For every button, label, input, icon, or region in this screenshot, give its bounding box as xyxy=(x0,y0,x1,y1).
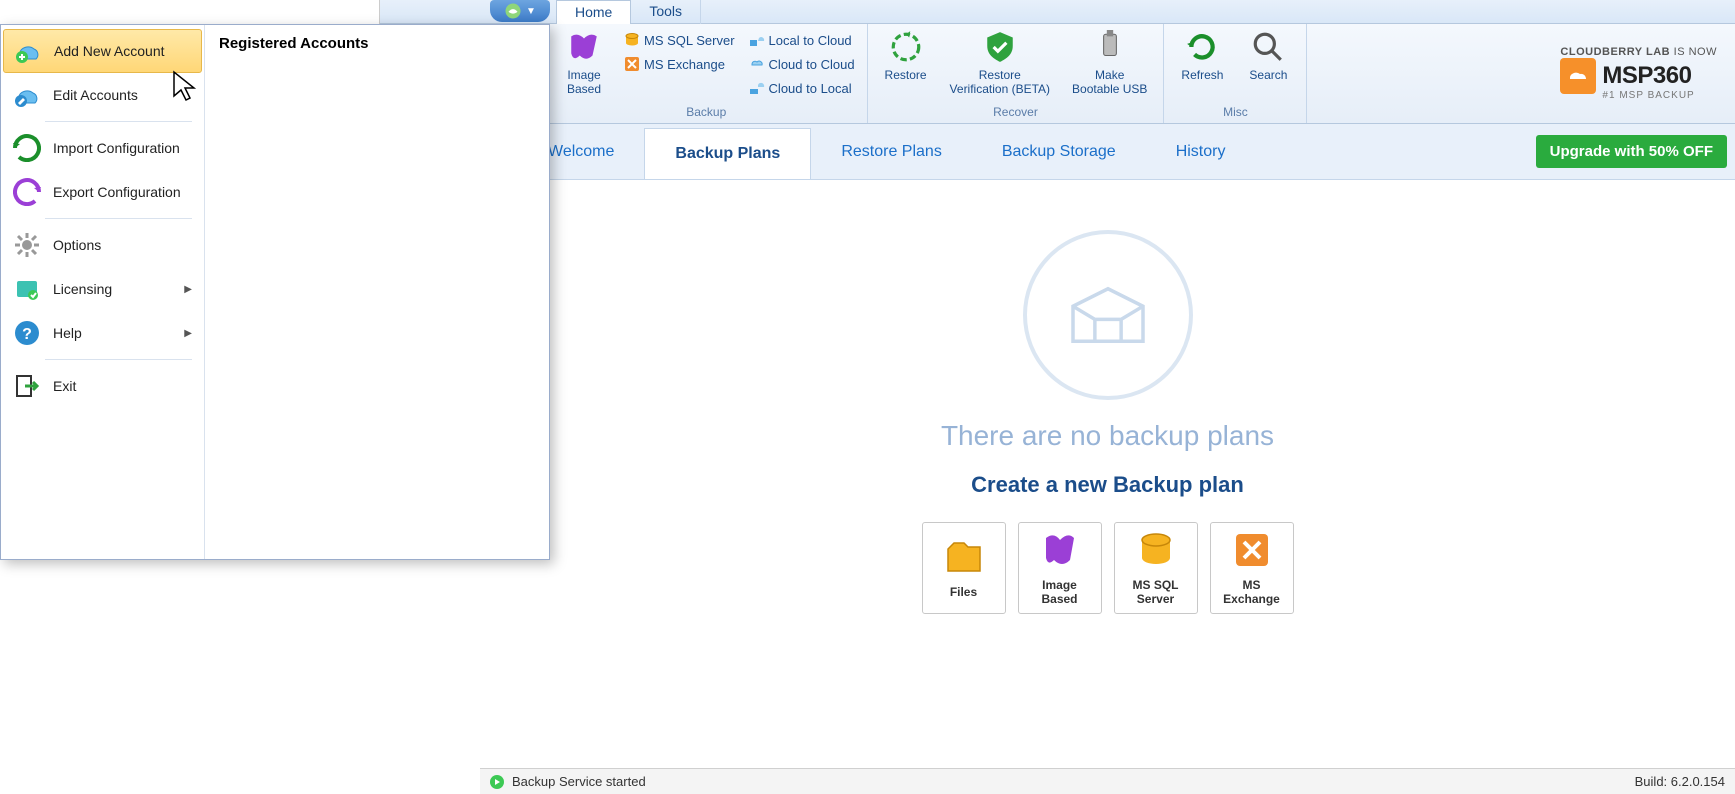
menu-exit-label: Exit xyxy=(53,378,76,394)
ribbon-toolbar: Image Based MS SQL Server MS Exchange Lo… xyxy=(546,24,1735,124)
menu-export-config[interactable]: Export Configuration xyxy=(1,170,204,214)
ribbon-ms-exchange-button[interactable]: MS Exchange xyxy=(620,54,739,74)
sub-navigation: Welcome Backup Plans Restore Plans Backu… xyxy=(546,124,1735,180)
registered-accounts-panel: Registered Accounts xyxy=(205,25,549,559)
menu-exit[interactable]: Exit xyxy=(1,364,204,408)
upgrade-button[interactable]: Upgrade with 50% OFF xyxy=(1536,135,1727,168)
tab-tools[interactable]: Tools xyxy=(631,0,701,24)
brand-logo-icon xyxy=(1560,58,1596,94)
ribbon-search-button[interactable]: Search xyxy=(1238,28,1298,84)
plan-button-exchange-label: MS Exchange xyxy=(1223,578,1280,607)
ribbon-group-backup-label: Backup xyxy=(554,105,859,121)
ribbon-restore-verification-label: Restore Verification (BETA) xyxy=(950,68,1050,97)
menu-help-label: Help xyxy=(53,325,82,341)
brand-name: MSP360 xyxy=(1602,62,1691,90)
brand-logo-area: CLOUDBERRY LAB IS NOW MSP360 #1 MSP BACK… xyxy=(1542,24,1735,123)
chevron-right-icon: ▶ xyxy=(184,284,192,295)
subnav-history[interactable]: History xyxy=(1146,124,1256,179)
status-bar: Backup Service started Build: 6.2.0.154 xyxy=(480,768,1735,794)
ribbon-image-based-button[interactable]: Image Based xyxy=(554,28,614,99)
menu-edit-accounts[interactable]: Edit Accounts xyxy=(1,73,204,117)
ribbon-ms-exchange-label: MS Exchange xyxy=(644,57,725,72)
service-running-icon xyxy=(490,775,504,789)
chevron-right-icon: ▶ xyxy=(184,328,192,339)
ribbon-image-based-label: Image Based xyxy=(567,68,601,97)
plan-button-files[interactable]: Files xyxy=(922,522,1006,614)
registered-accounts-header: Registered Accounts xyxy=(219,35,535,52)
app-menu-dropdown: Add New Account Edit Accounts Import Con… xyxy=(0,24,550,560)
menu-import-config[interactable]: Import Configuration xyxy=(1,126,204,170)
ribbon-cloud-to-cloud-label: Cloud to Cloud xyxy=(769,57,855,72)
ribbon-local-to-cloud-label: Local to Cloud xyxy=(769,33,852,48)
ribbon-cloud-to-local-label: Cloud to Local xyxy=(769,81,852,96)
menu-export-label: Export Configuration xyxy=(53,184,181,200)
ribbon-restore-label: Restore xyxy=(885,68,927,82)
brand-top-b: IS NOW xyxy=(1674,46,1717,58)
ribbon-restore-verification-button[interactable]: Restore Verification (BETA) xyxy=(942,28,1058,99)
plan-button-sql-label: MS SQL Server xyxy=(1132,578,1178,607)
ribbon-refresh-button[interactable]: Refresh xyxy=(1172,28,1232,84)
ribbon-make-usb-button[interactable]: Make Bootable USB xyxy=(1064,28,1155,99)
subnav-backup-storage[interactable]: Backup Storage xyxy=(972,124,1146,179)
plan-button-image-label: Image Based xyxy=(1041,578,1077,607)
ribbon-ms-sql-label: MS SQL Server xyxy=(644,33,735,48)
menu-add-account-label: Add New Account xyxy=(54,43,165,59)
chevron-down-icon: ▼ xyxy=(526,6,536,17)
menu-licensing-label: Licensing xyxy=(53,281,112,297)
menu-help[interactable]: ? Help ▶ xyxy=(1,311,204,355)
ribbon-search-label: Search xyxy=(1249,68,1287,82)
ribbon-cloud-to-cloud-button[interactable]: Cloud to Cloud xyxy=(745,54,859,74)
brand-top-a: CLOUDBERRY LAB xyxy=(1560,46,1670,58)
empty-inbox-icon xyxy=(1023,230,1193,400)
plan-button-image-based[interactable]: Image Based xyxy=(1018,522,1102,614)
menu-options[interactable]: Options xyxy=(1,223,204,267)
menu-licensing[interactable]: Licensing ▶ xyxy=(1,267,204,311)
ribbon-local-to-cloud-button[interactable]: Local to Cloud xyxy=(745,30,859,50)
ribbon-refresh-label: Refresh xyxy=(1181,68,1223,82)
plan-button-files-label: Files xyxy=(950,585,977,599)
ribbon-restore-button[interactable]: Restore xyxy=(876,28,936,99)
main-content: There are no backup plans Create a new B… xyxy=(480,180,1735,768)
ribbon-make-usb-label: Make Bootable USB xyxy=(1072,68,1147,97)
subnav-welcome[interactable]: Welcome xyxy=(546,124,644,179)
menu-options-label: Options xyxy=(53,237,101,253)
ribbon-group-misc-label: Misc xyxy=(1172,105,1298,121)
status-text: Backup Service started xyxy=(512,774,646,789)
menu-edit-accounts-label: Edit Accounts xyxy=(53,87,138,103)
menu-import-label: Import Configuration xyxy=(53,140,180,156)
build-label: Build: 6.2.0.154 xyxy=(1635,774,1725,789)
brand-subtitle: #1 MSP BACKUP xyxy=(1602,90,1694,101)
tab-home[interactable]: Home xyxy=(556,0,631,24)
plan-button-ms-exchange[interactable]: MS Exchange xyxy=(1210,522,1294,614)
subnav-backup-plans[interactable]: Backup Plans xyxy=(644,128,811,179)
menu-add-new-account[interactable]: Add New Account xyxy=(3,29,202,73)
svg-text:?: ? xyxy=(22,326,32,343)
empty-title: There are no backup plans xyxy=(941,420,1274,452)
ribbon-cloud-to-local-button[interactable]: Cloud to Local xyxy=(745,78,859,98)
subnav-restore-plans[interactable]: Restore Plans xyxy=(811,124,972,179)
ribbon-group-recover-label: Recover xyxy=(876,105,1156,121)
plan-button-ms-sql[interactable]: MS SQL Server xyxy=(1114,522,1198,614)
create-backup-plan-link[interactable]: Create a new Backup plan xyxy=(971,472,1244,498)
ribbon-ms-sql-button[interactable]: MS SQL Server xyxy=(620,30,739,50)
app-menu-orb-button[interactable]: ▼ xyxy=(490,0,550,22)
